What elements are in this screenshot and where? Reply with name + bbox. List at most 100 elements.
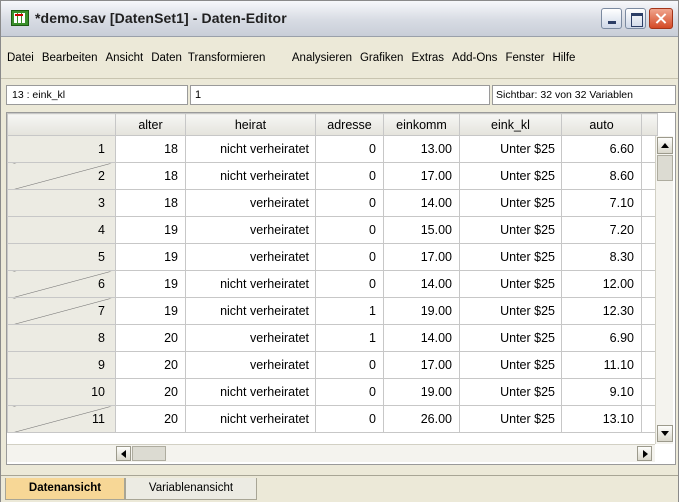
cell-adresse[interactable]: 0 xyxy=(315,216,384,244)
cell-heirat[interactable]: verheiratet xyxy=(185,216,316,244)
column-header-adresse[interactable]: adresse xyxy=(315,113,384,136)
menu-fenster[interactable]: Fenster xyxy=(505,52,544,64)
minimize-button[interactable] xyxy=(601,8,622,29)
cell-eink-kl[interactable]: Unter $25 xyxy=(459,351,562,379)
cell-eink-kl[interactable]: Unter $25 xyxy=(459,324,562,352)
cell-heirat[interactable]: nicht verheiratet xyxy=(185,162,316,190)
cell-heirat[interactable]: verheiratet xyxy=(185,189,316,217)
row-number[interactable]: 8 xyxy=(7,324,116,352)
cell-eink-kl[interactable]: Unter $25 xyxy=(459,135,562,163)
cell-eink-kl[interactable]: Unter $25 xyxy=(459,243,562,271)
scroll-left-arrow-icon[interactable] xyxy=(116,446,131,461)
cell-alter[interactable]: 19 xyxy=(115,216,186,244)
cell-heirat[interactable]: verheiratet xyxy=(185,324,316,352)
cell-eink-kl[interactable]: Unter $25 xyxy=(459,189,562,217)
cell-heirat[interactable]: verheiratet xyxy=(185,351,316,379)
column-header-einkomm[interactable]: einkomm xyxy=(383,113,460,136)
cell-einkomm[interactable]: 13.00 xyxy=(383,135,460,163)
cell-adresse[interactable]: 0 xyxy=(315,351,384,379)
cell-adresse[interactable]: 1 xyxy=(315,297,384,325)
cell-adresse[interactable]: 0 xyxy=(315,135,384,163)
row-number[interactable]: 6 xyxy=(7,270,116,298)
cell-auto[interactable]: 9.10 xyxy=(561,378,642,406)
cell-einkomm[interactable]: 17.00 xyxy=(383,162,460,190)
cell-adresse[interactable]: 0 xyxy=(315,270,384,298)
column-header-heirat[interactable]: heirat xyxy=(185,113,316,136)
cell-auto[interactable]: 8.60 xyxy=(561,162,642,190)
cell-einkomm[interactable]: 19.00 xyxy=(383,297,460,325)
horizontal-scrollbar[interactable] xyxy=(115,444,655,462)
row-number[interactable]: 3 xyxy=(7,189,116,217)
cell-alter[interactable]: 19 xyxy=(115,270,186,298)
cell-alter[interactable]: 20 xyxy=(115,378,186,406)
cell-adresse[interactable]: 1 xyxy=(315,324,384,352)
row-number[interactable]: 1 xyxy=(7,135,116,163)
cell-heirat[interactable]: nicht verheiratet xyxy=(185,297,316,325)
cell-heirat[interactable]: nicht verheiratet xyxy=(185,270,316,298)
cell-heirat[interactable]: nicht verheiratet xyxy=(185,135,316,163)
cell-auto[interactable]: 12.00 xyxy=(561,270,642,298)
cell-auto[interactable]: 8.30 xyxy=(561,243,642,271)
row-number[interactable]: 4 xyxy=(7,216,116,244)
menu-extras[interactable]: Extras xyxy=(411,52,444,64)
row-number[interactable]: 9 xyxy=(7,351,116,379)
corner-cell[interactable] xyxy=(7,113,116,136)
cell-einkomm[interactable]: 14.00 xyxy=(383,189,460,217)
cell-auto[interactable]: 13.10 xyxy=(561,405,642,433)
maximize-button[interactable] xyxy=(625,8,646,29)
cell-eink-kl[interactable]: Unter $25 xyxy=(459,216,562,244)
menu-ansicht[interactable]: Ansicht xyxy=(105,52,143,64)
cell-auto[interactable]: 6.90 xyxy=(561,324,642,352)
cell-auto[interactable]: 6.60 xyxy=(561,135,642,163)
cell-adresse[interactable]: 0 xyxy=(315,378,384,406)
cell-alter[interactable]: 19 xyxy=(115,297,186,325)
cell-eink-kl[interactable]: Unter $25 xyxy=(459,162,562,190)
cell-eink-kl[interactable]: Unter $25 xyxy=(459,378,562,406)
cell-einkomm[interactable]: 14.00 xyxy=(383,324,460,352)
row-number[interactable]: 11 xyxy=(7,405,116,433)
cell-einkomm[interactable]: 17.00 xyxy=(383,243,460,271)
row-number[interactable]: 10 xyxy=(7,378,116,406)
cell-eink-kl[interactable]: Unter $25 xyxy=(459,405,562,433)
menu-datei[interactable]: Datei xyxy=(7,52,34,64)
cell-auto[interactable]: 12.30 xyxy=(561,297,642,325)
cell-alter[interactable]: 20 xyxy=(115,351,186,379)
cell-auto[interactable]: 7.20 xyxy=(561,216,642,244)
cell-einkomm[interactable]: 14.00 xyxy=(383,270,460,298)
horizontal-scroll-thumb[interactable] xyxy=(132,446,166,461)
cell-auto[interactable]: 7.10 xyxy=(561,189,642,217)
cell-alter[interactable]: 18 xyxy=(115,135,186,163)
cell-adresse[interactable]: 0 xyxy=(315,243,384,271)
tab-variablenansicht[interactable]: Variablenansicht xyxy=(125,478,257,500)
cell-einkomm[interactable]: 19.00 xyxy=(383,378,460,406)
menu-bearbeiten[interactable]: Bearbeiten xyxy=(42,52,98,64)
row-number[interactable]: 7 xyxy=(7,297,116,325)
title-bar[interactable]: *demo.sav [DatenSet1] - Daten-Editor xyxy=(1,1,678,37)
cell-einkomm[interactable]: 26.00 xyxy=(383,405,460,433)
cell-adresse[interactable]: 0 xyxy=(315,405,384,433)
cell-adresse[interactable]: 0 xyxy=(315,162,384,190)
menu-transformieren[interactable]: Transformieren xyxy=(188,52,284,64)
cell-heirat[interactable]: nicht verheiratet xyxy=(185,405,316,433)
menu-add-ons[interactable]: Add-Ons xyxy=(452,52,497,64)
close-button[interactable] xyxy=(649,8,673,29)
cell-value-input[interactable]: 1 xyxy=(190,85,490,105)
menu-hilfe[interactable]: Hilfe xyxy=(552,52,575,64)
menu-daten[interactable]: Daten xyxy=(151,52,182,64)
cell-eink-kl[interactable]: Unter $25 xyxy=(459,270,562,298)
cell-reference-field[interactable]: 13 : eink_kl xyxy=(6,85,188,105)
row-number[interactable]: 5 xyxy=(7,243,116,271)
cell-einkomm[interactable]: 15.00 xyxy=(383,216,460,244)
vertical-scrollbar[interactable] xyxy=(655,136,673,444)
scroll-down-arrow-icon[interactable] xyxy=(657,425,673,442)
column-header-eink-kl[interactable]: eink_kl xyxy=(459,113,562,136)
menu-grafiken[interactable]: Grafiken xyxy=(360,52,403,64)
cell-einkomm[interactable]: 17.00 xyxy=(383,351,460,379)
cell-alter[interactable]: 20 xyxy=(115,405,186,433)
scroll-right-arrow-icon[interactable] xyxy=(637,446,652,461)
cell-alter[interactable]: 20 xyxy=(115,324,186,352)
cell-adresse[interactable]: 0 xyxy=(315,189,384,217)
column-header-auto[interactable]: auto xyxy=(561,113,642,136)
row-number[interactable]: 2 xyxy=(7,162,116,190)
cell-heirat[interactable]: verheiratet xyxy=(185,243,316,271)
